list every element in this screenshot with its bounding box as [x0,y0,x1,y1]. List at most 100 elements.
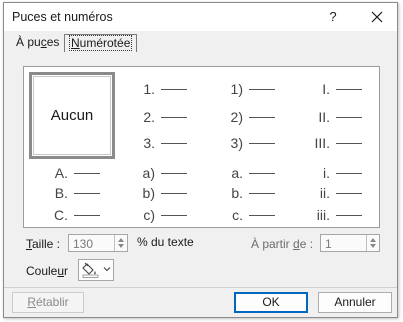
size-value: 130 [73,237,94,251]
numbering-option-label: a. [231,165,243,181]
numbering-option[interactable]: 1) [213,77,301,103]
tab-bullets-label-pre: À pu [16,35,41,49]
numbering-option-line [74,215,100,216]
start-at-label-post: e : [299,237,314,251]
paint-bucket-icon [82,262,99,278]
numbering-option[interactable]: c. [213,203,301,229]
ok-button[interactable]: OK [234,292,308,313]
start-at-accesskey: d [293,237,300,251]
spin-down-icon[interactable] [118,244,124,248]
numbering-option-label: 1) [230,81,243,97]
numbering-option-label: B. [54,185,68,201]
numbering-option-label: 2) [230,109,243,125]
numbering-option-label: c) [143,207,155,223]
tab-numbered-focus: Numérotée [69,35,133,51]
numbering-option-label: iii. [316,207,330,223]
size-spinner[interactable] [114,235,127,251]
numbering-option-label: A. [54,165,68,181]
reset-accesskey: R [27,295,36,309]
numbering-option-line [161,117,187,118]
tab-bullets[interactable]: À puces [12,34,63,52]
numbering-option[interactable]: III. [300,131,388,157]
chevron-down-icon [103,267,111,272]
color-picker-button[interactable] [78,259,114,281]
numbering-option-line [249,89,275,90]
numbering-option[interactable]: 2) [213,105,301,131]
numbering-option-line [161,143,187,144]
numbering-option-label: 1. [143,81,155,97]
start-at-spinner[interactable] [366,235,379,251]
numbering-option-label: a) [142,165,155,181]
numbering-option-label: III. [314,135,330,151]
numbering-option-label: I. [322,81,330,97]
bullets-numbering-dialog: Puces et numéros ? À puces Numérotée Auc… [3,2,398,318]
size-label-rest: aille : [32,237,61,251]
close-icon [371,11,383,23]
tab-strip: À puces Numérotée [4,31,397,53]
percent-of-text-label: % du texte [137,235,194,249]
numbering-option[interactable]: 3. [125,131,213,157]
start-at-spinbox[interactable]: 1 [320,234,380,252]
numbering-option-line [74,173,100,174]
color-label-post: r [64,264,69,278]
dialog-title: Puces et numéros [12,10,113,24]
numbering-option-label: i. [323,165,330,181]
spin-up-icon[interactable] [370,238,376,242]
size-spinbox[interactable]: 130 [68,234,128,252]
numbering-option[interactable]: c) [125,203,213,229]
tab-bullets-label-post: es [46,35,60,49]
help-button[interactable]: ? [322,6,344,28]
footer-divider [4,287,397,288]
numbering-option-line [249,143,275,144]
tab-numbered-accesskey: N [71,36,80,50]
tab-numbered[interactable]: Numérotée [64,34,138,52]
numbering-none-option[interactable]: Aucun [29,72,115,159]
color-label-pre: Coule [26,264,58,278]
numbering-option-label: c. [232,207,243,223]
numbering-option-line [336,193,362,194]
numbering-option-label: 3) [230,135,243,151]
close-button[interactable] [366,6,388,28]
tab-numbered-label-post: umérotée [79,36,131,50]
numbering-option-label: ii. [319,185,330,201]
size-label: Taille : [26,237,60,251]
numbering-option-line [336,173,362,174]
numbering-option-line [161,89,187,90]
numbering-option-line [249,215,275,216]
numbering-option-line [249,193,275,194]
reset-button[interactable]: Rétablir [12,292,84,313]
numbering-option[interactable]: 2. [125,105,213,131]
numbering-option-line [74,193,100,194]
numbering-option[interactable]: I. [300,77,388,103]
numbering-option-label: b) [142,185,155,201]
numbering-option-label: II. [318,109,330,125]
numbering-option-line [336,117,362,118]
color-label: Couleur [26,264,68,278]
numbering-option[interactable]: 3) [213,131,301,157]
numbering-option-line [336,215,362,216]
cancel-button[interactable]: Annuler [318,292,392,313]
numbering-option-label: C. [54,207,68,223]
numbering-option-line [161,215,187,216]
numbering-option-label: 3. [143,135,155,151]
none-option-label: Aucun [50,107,94,124]
numbering-option[interactable]: iii. [300,203,388,229]
numbering-option-line [249,173,275,174]
numbering-option[interactable]: 1. [125,77,213,103]
numbering-option-label: b. [231,185,243,201]
numbering-option-line [249,117,275,118]
spin-up-icon[interactable] [118,238,124,242]
numbering-option-line [336,89,362,90]
numbering-option-line [161,173,187,174]
numbering-option-line [336,143,362,144]
numbering-option[interactable]: C. [38,203,126,229]
start-at-label: À partir de : [251,237,313,251]
numbering-gallery: Aucun 1. 1) I. 2. 2) II. 3. 3) III. A. a) a. i. B. b) b… [23,66,380,228]
start-at-value: 1 [325,237,332,251]
numbering-option[interactable]: II. [300,105,388,131]
title-bar: Puces et numéros ? [4,3,397,31]
numbering-option-label: 2. [143,109,155,125]
spin-down-icon[interactable] [370,244,376,248]
reset-label: établir [35,295,69,309]
numbering-option-line [161,193,187,194]
